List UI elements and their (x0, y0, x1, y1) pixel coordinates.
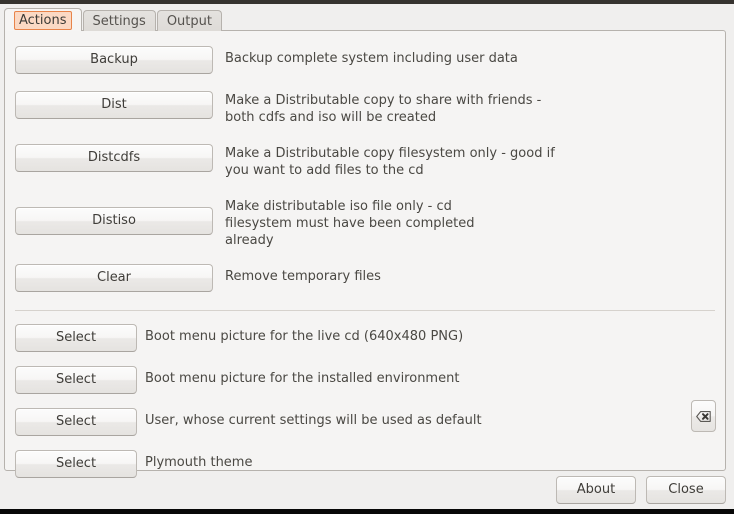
selector-row-installed-picture: Select Boot menu picture for the install… (5, 352, 725, 394)
select-default-user-button[interactable]: Select (15, 408, 137, 436)
live-cd-picture-description: Boot menu picture for the live cd (640x4… (137, 324, 463, 345)
selector-row-live-cd-picture: Select Boot menu picture for the live cd… (5, 311, 725, 352)
tab-output-label: Output (167, 14, 212, 29)
action-row-clear: Clear Remove temporary files (5, 249, 725, 292)
actions-list: Backup Backup complete system including … (5, 31, 725, 478)
backup-description: Backup complete system including user da… (213, 46, 518, 67)
select-installed-picture-button[interactable]: Select (15, 366, 137, 394)
plymouth-theme-description: Plymouth theme (137, 450, 252, 471)
tab-settings-label: Settings (93, 14, 146, 29)
select-live-cd-picture-button[interactable]: Select (15, 324, 137, 352)
close-button[interactable]: Close (646, 476, 726, 504)
distcdfs-description: Make a Distributable copy filesystem onl… (213, 144, 555, 179)
tab-settings[interactable]: Settings (83, 10, 156, 31)
select-plymouth-theme-button[interactable]: Select (15, 450, 137, 478)
tab-panel-actions: Backup Backup complete system including … (4, 30, 726, 471)
distiso-description: Make distributable iso file only - cd fi… (213, 198, 474, 249)
about-button[interactable]: About (556, 476, 636, 504)
selector-row-default-user: Select User, whose current settings will… (5, 394, 725, 436)
action-row-distcdfs: Distcdfs Make a Distributable copy files… (5, 126, 725, 179)
tab-output[interactable]: Output (157, 10, 222, 31)
distcdfs-button[interactable]: Distcdfs (15, 144, 213, 172)
selector-row-plymouth-theme: Select Plymouth theme (5, 436, 725, 478)
action-row-backup: Backup Backup complete system including … (5, 31, 725, 74)
dist-button[interactable]: Dist (15, 91, 213, 119)
action-row-dist: Dist Make a Distributable copy to share … (5, 74, 725, 126)
window-titlebar-strip (0, 0, 734, 4)
tab-actions-label: Actions (14, 11, 72, 30)
dist-description: Make a Distributable copy to share with … (213, 91, 541, 126)
notebook: Actions Settings Output Backup Backup co… (4, 8, 726, 471)
tab-bar: Actions Settings Output (4, 8, 223, 31)
clear-description: Remove temporary files (213, 264, 381, 285)
action-row-distiso: Distiso Make distributable iso file only… (5, 179, 725, 249)
distiso-button[interactable]: Distiso (15, 207, 213, 235)
default-user-description: User, whose current settings will be use… (137, 408, 482, 429)
dialog-action-area: About Close (0, 476, 734, 506)
clear-entry-button[interactable] (691, 400, 716, 432)
backspace-clear-icon (696, 411, 711, 422)
backup-button[interactable]: Backup (15, 46, 213, 74)
window-bottom-strip (0, 509, 734, 514)
tab-actions[interactable]: Actions (4, 8, 82, 31)
application-window: Actions Settings Output Backup Backup co… (0, 0, 734, 514)
clear-button[interactable]: Clear (15, 264, 213, 292)
installed-picture-description: Boot menu picture for the installed envi… (137, 366, 459, 387)
